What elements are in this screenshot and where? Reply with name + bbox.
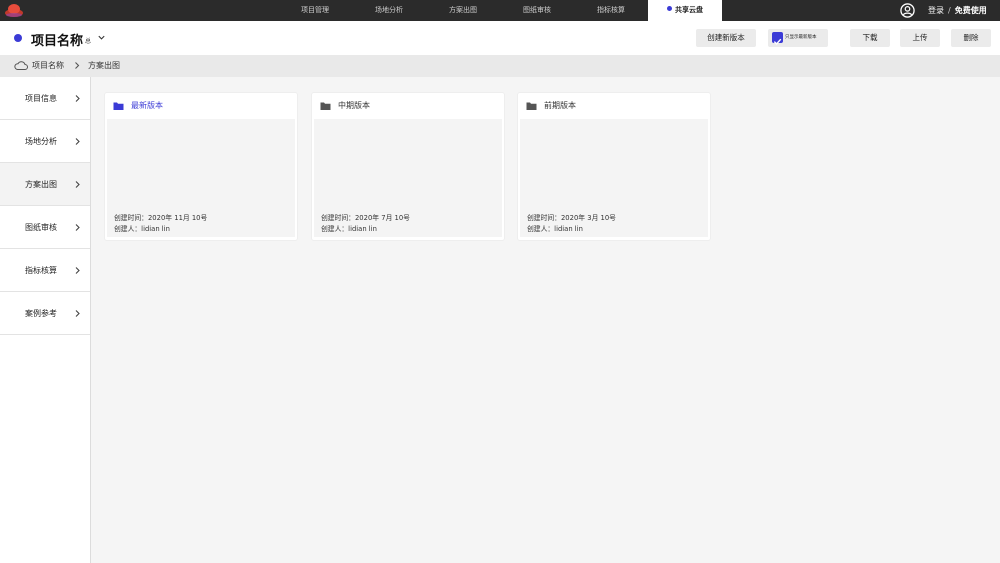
sidebar-item-site-analysis[interactable]: 场地分析 — [0, 120, 90, 163]
tab-indicator-calc[interactable]: 指标核算 — [574, 0, 648, 21]
folder-icon — [320, 102, 331, 110]
version-card-title: 最新版本 — [131, 101, 163, 110]
sidebar-item-scheme-drawing[interactable]: 方案出图 — [0, 163, 90, 206]
checkbox-label: 只显示最新版本 — [785, 35, 817, 40]
chevron-right-icon — [75, 224, 80, 231]
active-dot — [667, 6, 672, 11]
sidebar-item-label: 案例参考 — [25, 309, 57, 318]
chevron-right-icon — [75, 310, 80, 317]
sidebar-item-label: 方案出图 — [25, 180, 57, 189]
delete-button[interactable]: 删除 — [951, 29, 991, 47]
sidebar-item-label: 指标核算 — [25, 266, 57, 275]
tab-drawing-review[interactable]: 图纸审核 — [500, 0, 574, 21]
project-type-badge: 总 — [85, 38, 92, 45]
top-bar: 项目管理 场地分析 方案出图 图纸审核 指标核算 共享云盘 登录 / 免费使用 — [0, 0, 1000, 21]
creator: 创建人：lidian lin — [114, 225, 170, 233]
breadcrumb-project[interactable]: 项目名称 — [32, 55, 64, 77]
version-card-early[interactable]: 前期版本 创建时间：2020年 3月 10号 创建人：lidian lin — [518, 93, 710, 240]
sidebar-item-label: 图纸审核 — [25, 223, 57, 232]
cloud-icon — [14, 61, 28, 70]
sidebar-item-label: 场地分析 — [25, 137, 57, 146]
brand-logo-icon[interactable] — [4, 2, 24, 19]
auth-separator: / — [948, 6, 951, 15]
chevron-right-icon — [75, 267, 80, 274]
project-header: 项目名称 总 创建新版本 只显示最新版本 下载 上传 删除 — [0, 21, 1000, 55]
upload-button[interactable]: 上传 — [900, 29, 940, 47]
tab-shared-cloud[interactable]: 共享云盘 — [648, 0, 722, 21]
tab-site-analysis[interactable]: 场地分析 — [352, 0, 426, 21]
sidebar: 项目信息 场地分析 方案出图 图纸审核 指标核算 案例参考 — [0, 77, 91, 563]
created-time: 创建时间：2020年 3月 10号 — [527, 214, 616, 222]
sidebar-item-drawing-review[interactable]: 图纸审核 — [0, 206, 90, 249]
version-card-title: 中期版本 — [338, 101, 370, 110]
creator: 创建人：lidian lin — [527, 225, 583, 233]
show-latest-only-toggle[interactable]: 只显示最新版本 — [768, 29, 828, 47]
sidebar-item-indicator-calc[interactable]: 指标核算 — [0, 249, 90, 292]
breadcrumb-current: 方案出图 — [88, 61, 120, 70]
project-title: 项目名称 — [31, 34, 84, 49]
free-trial-link[interactable]: 免费使用 — [955, 6, 987, 15]
check-icon — [773, 38, 782, 45]
checkbox[interactable] — [772, 32, 783, 45]
tab-project-management[interactable]: 项目管理 — [278, 0, 352, 21]
folder-icon — [526, 102, 537, 110]
chevron-right-icon — [75, 181, 80, 188]
created-time: 创建时间：2020年 11月 10号 — [114, 214, 208, 222]
user-circle-icon[interactable] — [900, 3, 915, 18]
download-button[interactable]: 下载 — [850, 29, 890, 47]
chevron-right-icon — [75, 138, 80, 145]
version-card-mid[interactable]: 中期版本 创建时间：2020年 7月 10号 创建人：lidian lin — [312, 93, 504, 240]
login-link[interactable]: 登录 — [928, 6, 944, 15]
auth-links: 登录 / 免费使用 — [928, 0, 987, 21]
version-card-title: 前期版本 — [544, 101, 576, 110]
sidebar-item-project-info[interactable]: 项目信息 — [0, 77, 90, 120]
creator: 创建人：lidian lin — [321, 225, 377, 233]
create-version-button[interactable]: 创建新版本 — [696, 29, 756, 47]
sidebar-item-case-reference[interactable]: 案例参考 — [0, 292, 90, 335]
folder-icon — [113, 102, 124, 110]
breadcrumb: 项目名称 方案出图 — [0, 55, 1000, 77]
chevron-down-icon[interactable] — [97, 33, 106, 42]
tab-scheme-drawing[interactable]: 方案出图 — [426, 0, 500, 21]
chevron-right-icon — [75, 95, 80, 102]
version-card-latest[interactable]: 最新版本 创建时间：2020年 11月 10号 创建人：lidian lin — [105, 93, 297, 240]
project-status-dot — [14, 34, 22, 42]
sidebar-item-label: 项目信息 — [25, 94, 57, 103]
created-time: 创建时间：2020年 7月 10号 — [321, 214, 410, 222]
chevron-right-icon — [75, 62, 80, 69]
